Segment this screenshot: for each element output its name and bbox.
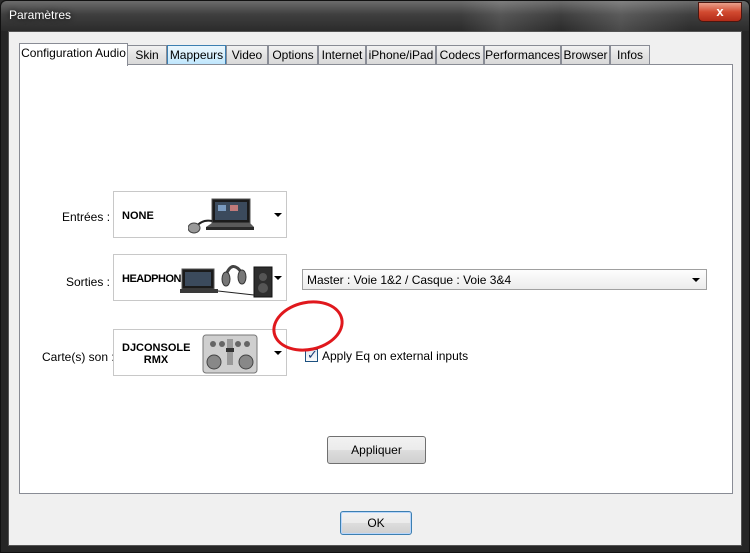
tab-mappeurs[interactable]: Mappeurs — [167, 45, 226, 64]
soundcard-label: Carte(s) son : — [42, 350, 115, 364]
laptop-headphones-speaker-icon — [180, 265, 273, 298]
title-bar[interactable]: Paramètres x — [1, 1, 749, 31]
soundcard-device-selector[interactable]: DJCONSOLE RMX — [113, 329, 287, 376]
inputs-label: Entrées : — [62, 210, 111, 224]
dialog-client-area: Configuration Audio Skin Mappeurs Video … — [8, 31, 742, 546]
tab-browser[interactable]: Browser — [561, 45, 610, 64]
chevron-down-icon — [274, 351, 282, 355]
tab-internet[interactable]: Internet — [318, 45, 366, 64]
ok-button[interactable]: OK — [340, 511, 412, 535]
tab-configuration-audio[interactable]: Configuration Audio — [19, 43, 128, 66]
inputs-device-selector[interactable]: NONE — [113, 191, 287, 238]
chevron-down-icon — [274, 213, 282, 217]
apply-eq-label[interactable]: Apply Eq on external inputs — [322, 349, 468, 363]
output-routing-dropdown[interactable]: Master : Voie 1&2 / Casque : Voie 3&4 — [302, 269, 707, 290]
settings-window: Paramètres x Configuration Audio Skin Ma… — [0, 0, 750, 553]
outputs-device-selector[interactable]: HEADPHONES — [113, 254, 287, 301]
tab-infos[interactable]: Infos — [610, 45, 650, 64]
chevron-down-icon — [692, 278, 700, 282]
tab-skin[interactable]: Skin — [127, 45, 167, 64]
dj-controller-icon — [202, 334, 258, 374]
tab-video[interactable]: Video — [226, 45, 268, 64]
apply-button[interactable]: Appliquer — [327, 436, 426, 464]
soundcard-device-name-line1: DJCONSOLE — [122, 342, 191, 354]
audio-config-panel: Entrées : NONE Sorties : HEADPHONES Mast… — [19, 64, 733, 494]
tab-performances[interactable]: Performances — [484, 45, 561, 64]
inputs-device-name: NONE — [122, 210, 154, 222]
soundcard-device-name-line2: RMX — [143, 354, 169, 366]
tab-codecs[interactable]: Codecs — [436, 45, 484, 64]
tab-options[interactable]: Options — [268, 45, 318, 64]
output-routing-value: Master : Voie 1&2 / Casque : Voie 3&4 — [307, 273, 512, 287]
outputs-label: Sorties : — [66, 275, 111, 289]
laptop-with-turntable-icon — [188, 198, 254, 234]
tab-iphone-ipad[interactable]: iPhone/iPad — [366, 45, 436, 64]
close-button[interactable]: x — [698, 2, 742, 22]
window-title: Paramètres — [9, 8, 72, 22]
chevron-down-icon — [274, 276, 282, 280]
